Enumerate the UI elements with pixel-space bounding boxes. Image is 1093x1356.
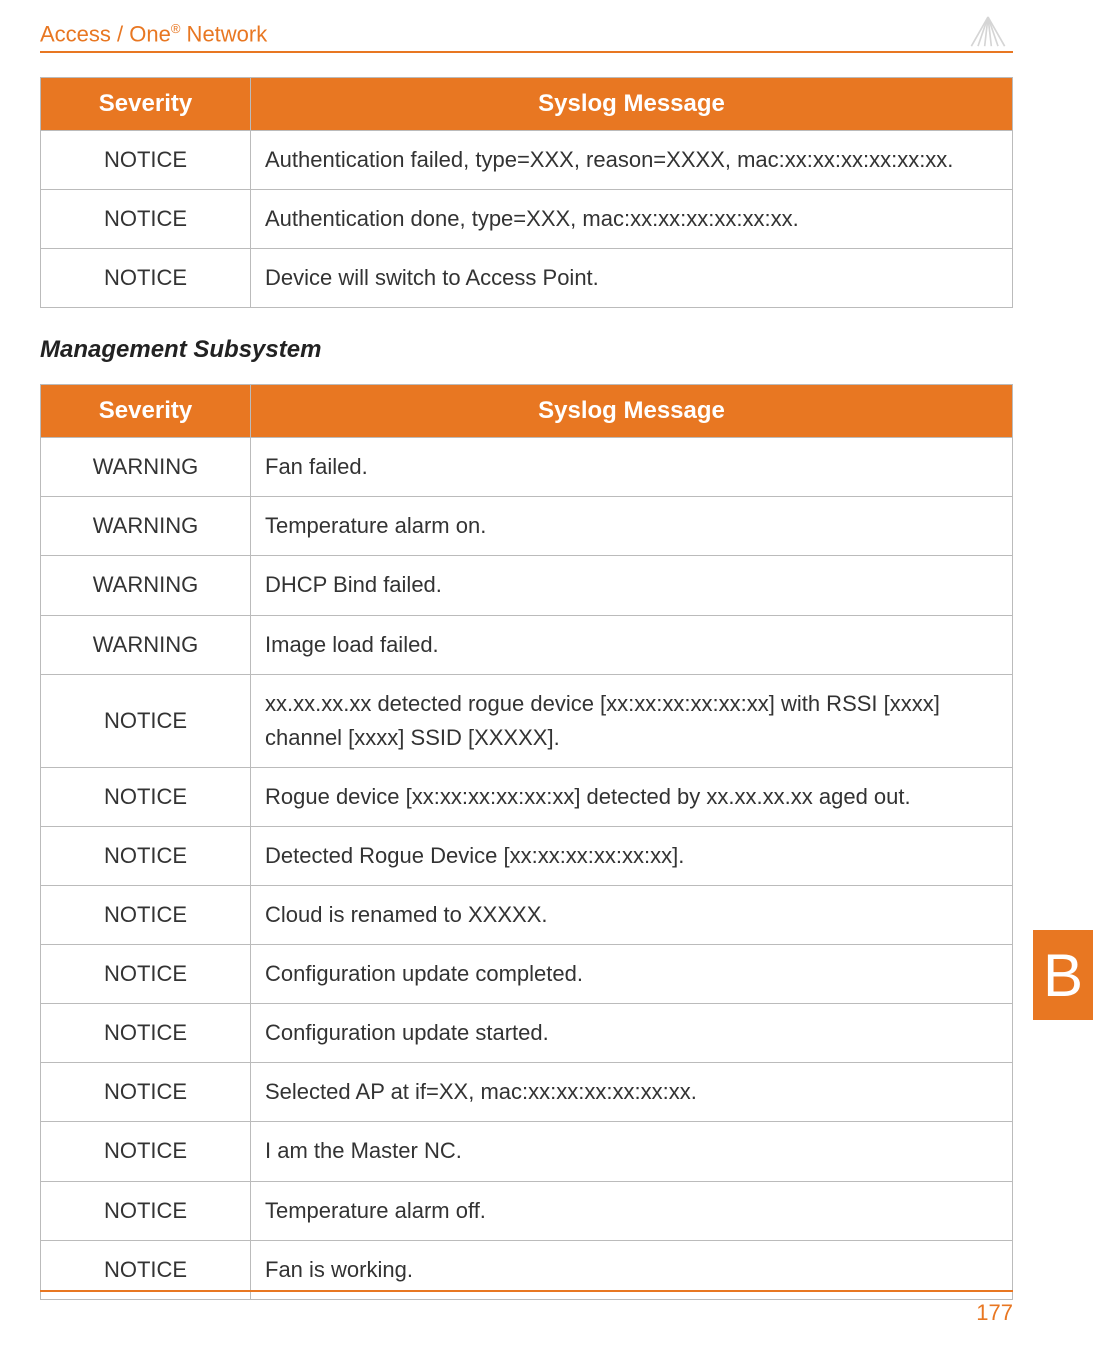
- severity-cell: NOTICE: [41, 945, 251, 1004]
- severity-cell: NOTICE: [41, 131, 251, 190]
- severity-cell: NOTICE: [41, 767, 251, 826]
- severity-cell: WARNING: [41, 556, 251, 615]
- table-row: NOTICEConfiguration update completed.: [41, 945, 1013, 1004]
- table-row: WARNINGTemperature alarm on.: [41, 497, 1013, 556]
- col-severity: Severity: [41, 385, 251, 438]
- message-cell: Authentication failed, type=XXX, reason=…: [251, 131, 1013, 190]
- severity-cell: WARNING: [41, 497, 251, 556]
- message-cell: I am the Master NC.: [251, 1122, 1013, 1181]
- section-heading: Management Subsystem: [40, 336, 1013, 364]
- severity-cell: NOTICE: [41, 190, 251, 249]
- message-cell: Detected Rogue Device [xx:xx:xx:xx:xx:xx…: [251, 826, 1013, 885]
- page-header: Access / One® Network: [40, 12, 1013, 53]
- table-row: NOTICEDetected Rogue Device [xx:xx:xx:xx…: [41, 826, 1013, 885]
- table-row: WARNINGFan failed.: [41, 438, 1013, 497]
- message-cell: xx.xx.xx.xx detected rogue device [xx:xx…: [251, 674, 1013, 767]
- page-number: 177: [976, 1300, 1013, 1325]
- severity-cell: NOTICE: [41, 826, 251, 885]
- table-row: WARNINGDHCP Bind failed.: [41, 556, 1013, 615]
- col-message: Syslog Message: [251, 78, 1013, 131]
- severity-cell: NOTICE: [41, 1122, 251, 1181]
- message-cell: Selected AP at if=XX, mac:xx:xx:xx:xx:xx…: [251, 1063, 1013, 1122]
- table-row: NOTICESelected AP at if=XX, mac:xx:xx:xx…: [41, 1063, 1013, 1122]
- severity-cell: NOTICE: [41, 1004, 251, 1063]
- table-row: NOTICEI am the Master NC.: [41, 1122, 1013, 1181]
- appendix-tab: B: [1033, 930, 1093, 1020]
- signal-icon: [963, 12, 1013, 47]
- table-row: NOTICExx.xx.xx.xx detected rogue device …: [41, 674, 1013, 767]
- message-cell: Image load failed.: [251, 615, 1013, 674]
- message-cell: Device will switch to Access Point.: [251, 249, 1013, 308]
- message-cell: Cloud is renamed to XXXXX.: [251, 886, 1013, 945]
- table-row: NOTICEConfiguration update started.: [41, 1004, 1013, 1063]
- message-cell: Authentication done, type=XXX, mac:xx:xx…: [251, 190, 1013, 249]
- table-row: NOTICEAuthentication failed, type=XXX, r…: [41, 131, 1013, 190]
- page-footer: 177: [40, 1290, 1013, 1326]
- severity-cell: NOTICE: [41, 1181, 251, 1240]
- message-cell: Configuration update completed.: [251, 945, 1013, 1004]
- table-row: NOTICECloud is renamed to XXXXX.: [41, 886, 1013, 945]
- header-reg: ®: [171, 21, 181, 36]
- message-cell: Rogue device [xx:xx:xx:xx:xx:xx] detecte…: [251, 767, 1013, 826]
- table-row: NOTICEDevice will switch to Access Point…: [41, 249, 1013, 308]
- message-cell: Configuration update started.: [251, 1004, 1013, 1063]
- table-row: WARNINGImage load failed.: [41, 615, 1013, 674]
- table-row: NOTICEAuthentication done, type=XXX, mac…: [41, 190, 1013, 249]
- syslog-table-2: Severity Syslog Message WARNINGFan faile…: [40, 384, 1013, 1299]
- table-row: NOTICETemperature alarm off.: [41, 1181, 1013, 1240]
- header-prefix: Access / One: [40, 21, 171, 46]
- col-message: Syslog Message: [251, 385, 1013, 438]
- severity-cell: NOTICE: [41, 674, 251, 767]
- severity-cell: NOTICE: [41, 886, 251, 945]
- message-cell: Fan failed.: [251, 438, 1013, 497]
- message-cell: Temperature alarm on.: [251, 497, 1013, 556]
- severity-cell: NOTICE: [41, 249, 251, 308]
- header-title: Access / One® Network: [40, 21, 267, 47]
- syslog-table-1: Severity Syslog Message NOTICEAuthentica…: [40, 77, 1013, 308]
- severity-cell: WARNING: [41, 438, 251, 497]
- message-cell: Temperature alarm off.: [251, 1181, 1013, 1240]
- severity-cell: NOTICE: [41, 1063, 251, 1122]
- header-suffix: Network: [180, 21, 267, 46]
- col-severity: Severity: [41, 78, 251, 131]
- message-cell: DHCP Bind failed.: [251, 556, 1013, 615]
- table-row: NOTICERogue device [xx:xx:xx:xx:xx:xx] d…: [41, 767, 1013, 826]
- severity-cell: WARNING: [41, 615, 251, 674]
